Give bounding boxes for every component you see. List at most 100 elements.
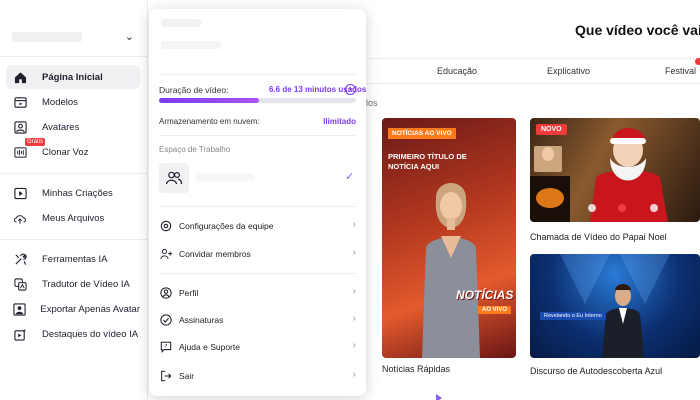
live-badge: AO VIVO	[478, 306, 512, 314]
workspace-label: Espaço de Trabalho	[159, 145, 231, 154]
sidebar-item-avatars[interactable]: Avatares	[6, 115, 140, 139]
sidebar-item-label: Exportar Apenas Avatar	[40, 303, 140, 315]
sidebar-item-video-translator[interactable]: Tradutor de Vídeo IA	[6, 272, 140, 296]
presenter-image	[422, 183, 480, 358]
sidebar-item-label: Modelos	[42, 96, 78, 108]
subscription-icon	[159, 313, 173, 327]
template-card-speech[interactable]: Revelando o Eu Interno	[530, 254, 700, 358]
sidebar-item-ai-tools[interactable]: Ferramentas IA	[6, 247, 140, 271]
menu-item-label: Perfil	[179, 288, 199, 298]
sidebar-item-label: Tradutor de Vídeo IA	[42, 278, 130, 290]
menu-item-invite-members[interactable]: Convidar membros ›	[157, 243, 360, 265]
export-avatar-icon	[12, 301, 26, 317]
sidebar: ⌄ Página Inicial Modelos Avatares Grátis…	[0, 0, 148, 400]
live-news-tag: NOTÍCIAS AO VIVO	[388, 128, 456, 139]
account-dropdown: Duração de vídeo: 6.6 de 13 minutos usad…	[149, 9, 366, 396]
card-caption: Chamada de Vídeo do Papai Noel	[530, 232, 667, 242]
sidebar-item-label: Página Inicial	[42, 71, 103, 83]
menu-item-subscriptions[interactable]: Assinaturas ›	[157, 309, 360, 331]
menu-item-team-settings[interactable]: Configurações da equipe ›	[157, 215, 360, 237]
santa-image	[530, 128, 668, 222]
divider	[0, 56, 148, 57]
chevron-right-icon: ›	[352, 247, 356, 258]
invite-members-icon	[159, 247, 173, 261]
tab-educacao[interactable]: Educação	[437, 66, 477, 76]
sidebar-item-home[interactable]: Página Inicial	[6, 65, 140, 89]
section-heading: los	[366, 98, 378, 108]
logout-icon	[159, 369, 173, 383]
menu-item-label: Ajuda e Suporte	[179, 342, 240, 352]
divider	[0, 239, 148, 240]
check-icon: ✓	[345, 171, 355, 183]
chevron-right-icon: ›	[352, 313, 356, 324]
menu-item-label: Sair	[179, 371, 195, 381]
video-duration-progress	[159, 98, 356, 103]
sidebar-item-label: Meus Arquivos	[42, 212, 105, 224]
sidebar-item-export-avatar[interactable]: Exportar Apenas Avatar	[6, 297, 140, 321]
notification-dot	[695, 58, 700, 65]
news-headline: PRIMEIRO TÍTULO DE NOTÍCIA AQUI	[388, 152, 467, 171]
video-duration-label: Duração de vídeo:	[159, 85, 229, 95]
chevron-right-icon: ›	[352, 219, 356, 230]
tools-icon	[12, 251, 28, 267]
templates-icon	[12, 94, 28, 110]
card-caption: Notícias Rápidas	[382, 364, 451, 374]
chevron-right-icon: ›	[352, 286, 356, 297]
chevron-right-icon: ›	[352, 369, 356, 380]
user-name-redacted	[161, 19, 201, 27]
divider	[159, 135, 356, 136]
menu-item-logout[interactable]: Sair ›	[157, 365, 360, 387]
sidebar-item-highlights[interactable]: Destaques do vídeo IA	[6, 322, 140, 346]
sidebar-item-label: Ferramentas IA	[42, 253, 108, 265]
user-email-redacted	[161, 41, 221, 49]
template-card-santa[interactable]: NOVO	[530, 118, 700, 222]
chevron-right-icon: ›	[352, 340, 356, 351]
sidebar-item-voice-clone[interactable]: Grátis Clonar Voz	[6, 138, 140, 164]
template-card-news[interactable]: NOTÍCIAS AO VIVO PRIMEIRO TÍTULO DE NOTÍ…	[382, 118, 516, 358]
speaker-image	[560, 254, 670, 358]
tab-festival[interactable]: Festival	[665, 66, 696, 76]
sidebar-item-creations[interactable]: Minhas Criações	[6, 181, 140, 205]
menu-item-label: Configurações da equipe	[179, 221, 274, 231]
divider	[159, 206, 356, 207]
scroll-indicator-icon	[436, 394, 442, 400]
voice-clone-icon	[12, 144, 28, 160]
sidebar-item-label: Avatares	[42, 121, 80, 133]
video-duration-progress-fill	[159, 98, 260, 103]
account-switcher[interactable]: ⌄	[10, 26, 138, 50]
account-name-redacted	[12, 32, 82, 42]
divider	[159, 74, 356, 75]
sidebar-item-label: Destaques do vídeo IA	[42, 328, 139, 340]
cloud-storage-label: Armazenamento em nuvem:	[159, 117, 260, 126]
tab-explicativo[interactable]: Explicativo	[547, 66, 590, 76]
free-badge: Grátis	[25, 138, 46, 146]
translate-icon	[12, 276, 28, 292]
help-icon: ?	[159, 340, 173, 354]
menu-item-help[interactable]: ? Ajuda e Suporte ›	[157, 336, 360, 358]
upload-icon	[12, 210, 28, 226]
menu-item-label: Assinaturas	[179, 315, 224, 325]
cloud-storage-value: Ilimitado	[323, 117, 356, 126]
sidebar-item-files[interactable]: Meus Arquivos	[6, 206, 140, 230]
sidebar-item-label: Minhas Criações	[42, 187, 113, 199]
profile-icon	[159, 286, 173, 300]
highlights-icon	[12, 326, 28, 342]
sidebar-item-label: Clonar Voz	[42, 146, 89, 158]
workspace-team-icon[interactable]	[159, 163, 189, 193]
speech-banner: Revelando o Eu Interno	[540, 312, 606, 320]
category-tabs: Educação Explicativo Festival	[366, 58, 700, 84]
add-minutes-icon[interactable]: +	[345, 84, 356, 95]
page-title: Que vídeo você vai	[575, 22, 700, 38]
creations-icon	[12, 185, 28, 201]
avatar-icon	[12, 119, 28, 135]
divider	[0, 173, 148, 174]
svg-text:?: ?	[165, 344, 168, 350]
workspace-name-redacted	[195, 173, 255, 181]
sidebar-item-templates[interactable]: Modelos	[6, 90, 140, 114]
menu-item-label: Convidar membros	[179, 249, 251, 259]
divider	[159, 273, 356, 274]
news-big-title: NOTÍCIAS	[456, 288, 514, 302]
chevron-down-icon[interactable]: ⌄	[125, 30, 134, 43]
home-icon	[12, 69, 28, 85]
menu-item-profile[interactable]: Perfil ›	[157, 282, 360, 304]
